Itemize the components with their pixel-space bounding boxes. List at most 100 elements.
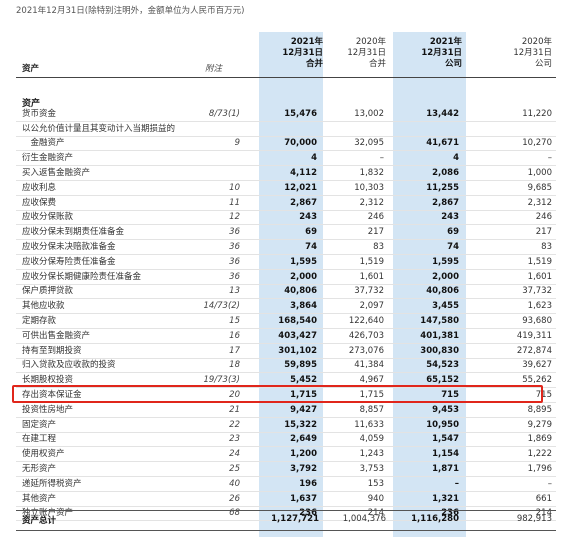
table-row: 在建工程 23 2,649 4,059 1,547 1,869	[16, 432, 556, 448]
row-note: 22	[200, 417, 254, 433]
value-company-2021: 1,154	[388, 446, 463, 463]
value-consolidated-2020: 1,715	[321, 387, 388, 403]
row-note: 13	[200, 284, 254, 300]
value-consolidated-2021: 4	[254, 150, 321, 167]
row-label: 持有至到期投资	[16, 343, 200, 359]
value-company-2021: 2,867	[388, 195, 463, 211]
row-label: 应收分保未决赔款准备金	[16, 239, 200, 255]
value-company-2020: –	[463, 150, 556, 167]
value-consolidated-2020: 122,640	[321, 313, 388, 329]
total-label: 资产总计	[22, 516, 57, 526]
row-note: 19/73(3)	[200, 372, 254, 389]
row-label: 金融资产	[16, 136, 200, 152]
value-company-2021: 147,580	[388, 313, 463, 329]
value-company-2021: 2,000	[388, 269, 463, 285]
row-label: 应收分保未到期责任准备金	[16, 224, 200, 241]
value-consolidated-2021: 1,595	[254, 254, 321, 270]
value-consolidated-2020: 1,243	[321, 446, 388, 463]
row-label: 投资性房地产	[16, 402, 200, 418]
value-company-2020: 1,601	[463, 269, 556, 285]
table-row: 以公允价值计量且其变动计入当期损益的	[16, 121, 556, 137]
header-consolidated-2021: 2021年 12月31日 合并	[282, 37, 323, 69]
value-consolidated-2020: 246	[321, 210, 388, 226]
total-rule-bottom	[16, 530, 556, 531]
table-row: 可供出售金融资产 16 403,427 426,703 401,381 419,311	[16, 328, 556, 344]
value-consolidated-2021: 1,637	[254, 491, 321, 507]
value-company-2021: 243	[388, 210, 463, 226]
value-company-2020: 55,262	[463, 372, 556, 389]
table-row: 应收分保寿险责任准备金 36 1,595 1,519 1,595 1,519	[16, 254, 556, 270]
row-label: 其他应收款	[16, 298, 200, 315]
value-company-2021: 13,442	[388, 107, 463, 122]
value-consolidated-2021: 403,427	[254, 328, 321, 344]
row-label: 归入贷款及应收款的投资	[16, 358, 200, 374]
table-row: 存出资本保证金 20 1,715 1,715 715 715	[16, 387, 556, 403]
row-note: 20	[200, 387, 254, 403]
value-company-2020: –	[463, 476, 556, 492]
row-label: 其他资产	[16, 491, 200, 507]
total-consolidated-2021: 1,127,721	[271, 514, 319, 524]
value-consolidated-2021: 1,200	[254, 446, 321, 463]
row-note: 36	[200, 239, 254, 255]
table-row: 应收分保长期健康险责任准备金 36 2,000 1,601 2,000 1,601	[16, 269, 556, 285]
value-consolidated-2020: 37,732	[321, 284, 388, 300]
row-label: 应收分保账款	[16, 210, 200, 226]
value-company-2020: 2,312	[463, 195, 556, 211]
value-consolidated-2020: 217	[321, 224, 388, 241]
row-note: 24	[200, 446, 254, 463]
table-row: 衍生金融资产 4–4–	[16, 150, 556, 167]
value-company-2021: 300,830	[388, 343, 463, 359]
row-note: 25	[200, 461, 254, 477]
value-company-2021: 54,523	[388, 358, 463, 374]
table-row: 应收分保账款 12 243 246 243 246	[16, 210, 556, 226]
row-label: 应收分保长期健康险责任准备金	[16, 269, 200, 285]
row-note: 10	[200, 180, 254, 196]
row-label: 存出资本保证金	[16, 387, 200, 403]
value-consolidated-2020: 1,832	[321, 165, 388, 181]
row-note	[200, 121, 254, 137]
value-company-2020: 83	[463, 239, 556, 255]
value-consolidated-2021: 9,427	[254, 402, 321, 418]
value-consolidated-2021: 15,476	[254, 107, 321, 122]
value-consolidated-2021: 69	[254, 224, 321, 241]
row-note: 12	[200, 210, 254, 226]
total-row: 资产总计 1,127,721 1,004,376 1,116,280 982,9…	[16, 514, 556, 528]
row-label: 货币资金	[16, 107, 200, 122]
value-company-2020: 1,000	[463, 165, 556, 181]
value-consolidated-2020: 4,967	[321, 372, 388, 389]
value-consolidated-2021: 2,867	[254, 195, 321, 211]
row-label: 应收保费	[16, 195, 200, 211]
value-consolidated-2020: 1,519	[321, 254, 388, 270]
table-row: 持有至到期投资 17 301,102 273,076 300,830 272,874	[16, 343, 556, 359]
value-company-2020: 8,895	[463, 402, 556, 418]
value-company-2020: 10,270	[463, 136, 556, 152]
table-row: 金融资产 9 70,000 32,095 41,671 10,270	[16, 136, 556, 152]
value-consolidated-2021: 40,806	[254, 284, 321, 300]
value-consolidated-2021: 3,792	[254, 461, 321, 477]
row-note: 26	[200, 491, 254, 507]
total-company-2021: 1,116,280	[411, 514, 459, 524]
value-consolidated-2020: 1,601	[321, 269, 388, 285]
value-company-2020: 37,732	[463, 284, 556, 300]
row-note: 14/73(2)	[200, 298, 254, 315]
value-consolidated-2021: 12,021	[254, 180, 321, 196]
value-company-2020: 246	[463, 210, 556, 226]
value-consolidated-2020: 940	[321, 491, 388, 507]
value-company-2021: 9,453	[388, 402, 463, 418]
value-consolidated-2021	[254, 121, 321, 137]
value-consolidated-2020: 32,095	[321, 136, 388, 152]
value-company-2021: 74	[388, 239, 463, 255]
total-rule-top	[16, 510, 556, 511]
table-row: 定期存款 15 168,540 122,640 147,580 93,680	[16, 313, 556, 329]
table-row: 投资性房地产 21 9,427 8,857 9,453 8,895	[16, 402, 556, 418]
value-consolidated-2021: 243	[254, 210, 321, 226]
value-company-2021: 1,547	[388, 432, 463, 448]
balance-sheet-table: 货币资金 8/73(1) 15,476 13,002 13,442 11,220 以公允价值…	[16, 107, 556, 522]
value-company-2021: 715	[388, 387, 463, 403]
value-consolidated-2021: 3,864	[254, 298, 321, 315]
header-note-label: 附注	[205, 64, 223, 74]
value-consolidated-2021: 196	[254, 476, 321, 492]
value-consolidated-2021: 2,649	[254, 432, 321, 448]
row-note: 17	[200, 343, 254, 359]
value-company-2021: 69	[388, 224, 463, 241]
